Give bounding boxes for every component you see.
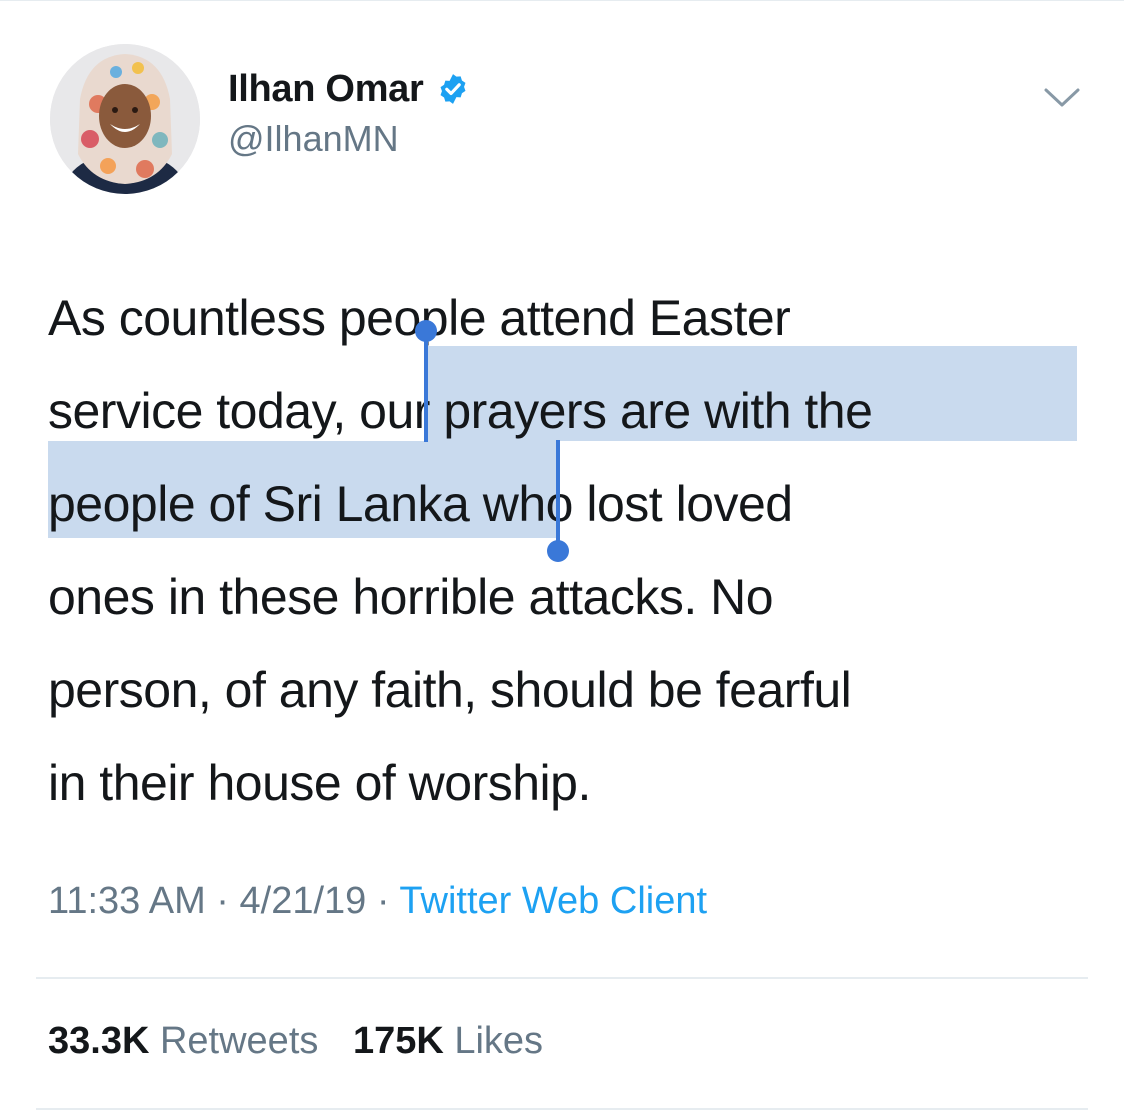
avatar[interactable] [50, 44, 200, 194]
chevron-down-icon[interactable] [1042, 78, 1082, 118]
tweet-text-segment: who lost loved [482, 476, 793, 532]
tweet-source-link[interactable]: Twitter Web Client [399, 880, 707, 922]
author-display-name[interactable]: Ilhan Omar [228, 68, 424, 111]
tweet-text-segment: service today, [48, 383, 346, 439]
tweet-meta: 11:33 AM · 4/21/19 · Twitter Web Client [48, 880, 707, 923]
tweet-text-line: ones in these horrible attacks. No [48, 551, 1088, 644]
selection-end-handle[interactable] [547, 540, 569, 562]
tweet-text-line: As countless people attend Easter [48, 272, 1088, 365]
tweet-time[interactable]: 11:33 AM [48, 880, 206, 922]
tweet-stats: 33.3K Retweets 175K Likes [48, 1020, 543, 1063]
selection-start-caret[interactable] [424, 330, 428, 442]
tweet-text-line: in their house of worship. [48, 737, 1088, 830]
meta-separator: · [216, 880, 229, 922]
author-name-row[interactable]: Ilhan Omar [228, 64, 470, 114]
selected-text: people of Sri Lanka [48, 476, 470, 532]
tweet-text-segment: ones in these horrible attacks. No [48, 569, 774, 625]
avatar-image [50, 44, 200, 194]
top-divider [0, 0, 1124, 1]
selection-end-caret[interactable] [556, 440, 560, 556]
tweet-text-line: service today, our prayers are with the [48, 365, 1088, 458]
tweet-text-line: person, of any faith, should be fearful [48, 644, 1088, 737]
tweet-text-segment: person, of any faith, should be fearful [48, 662, 852, 718]
likes-label: Likes [454, 1020, 544, 1062]
retweets-count: 33.3K [48, 1020, 150, 1062]
stats-divider [36, 977, 1088, 979]
verified-badge-icon [436, 72, 470, 106]
tweet-text-line: people of Sri Lanka who lost loved [48, 458, 1088, 551]
author-handle[interactable]: @IlhanMN [228, 118, 399, 160]
meta-separator: · [376, 880, 390, 922]
likes-stat[interactable]: 175K Likes [353, 1020, 543, 1062]
selected-text: our prayers are with the [359, 383, 873, 439]
tweet-text-segment: in their house of worship. [48, 755, 591, 811]
retweets-label: Retweets [159, 1020, 319, 1062]
bottom-divider [36, 1108, 1088, 1110]
likes-count: 175K [352, 1020, 444, 1062]
retweets-stat[interactable]: 33.3K Retweets [48, 1020, 318, 1062]
tweet-date[interactable]: 4/21/19 [240, 880, 367, 922]
